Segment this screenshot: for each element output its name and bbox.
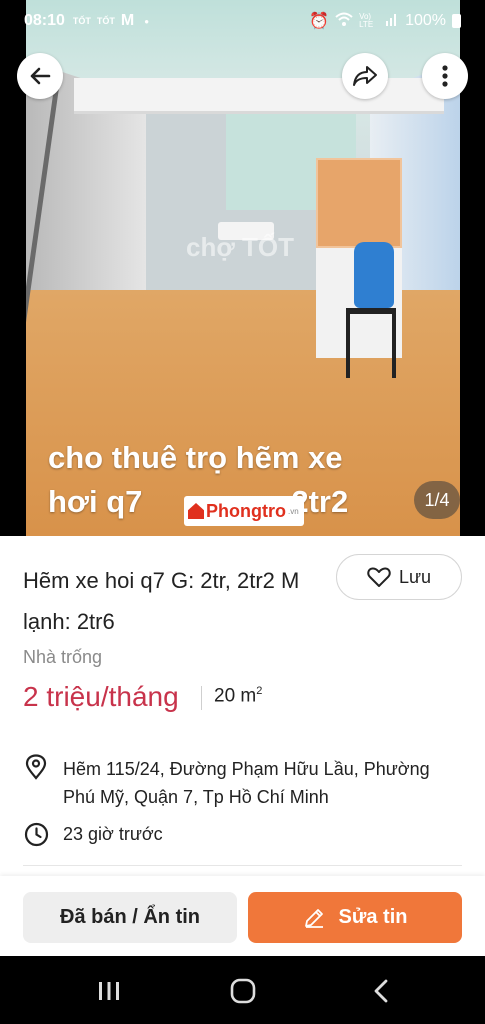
listing-address: Hẽm 115/24, Đường Phạm Hữu Lầu, Phường P… — [63, 759, 430, 807]
clock-icon — [24, 822, 49, 852]
recent-apps-icon — [99, 982, 119, 1000]
image-counter: 1/4 — [414, 481, 460, 519]
edit-label: Sửa tin — [338, 906, 408, 928]
divider — [23, 865, 462, 866]
more-vertical-icon — [442, 65, 448, 87]
pencil-icon — [304, 908, 323, 928]
save-label: Lưu — [398, 566, 432, 587]
heart-icon — [367, 567, 391, 587]
listing-price: 2 triệu/tháng — [23, 681, 179, 712]
photo-gallery[interactable]: chợ TỐT cho thuê trọ hẽm xe hơi q7- 2tr2… — [0, 0, 485, 536]
notification-app-icon: TỐT — [96, 16, 115, 26]
battery-percent: 100% — [405, 12, 446, 29]
dot-icon: ● — [144, 16, 150, 26]
more-options-button[interactable] — [422, 53, 468, 99]
edit-listing-button[interactable]: Sửa tin — [248, 892, 462, 943]
save-button[interactable]: Lưu — [336, 554, 462, 600]
gmail-icon: M — [120, 12, 135, 29]
recent-apps-button[interactable] — [94, 976, 124, 1006]
watermark-faint: chợ TỐT — [186, 232, 295, 262]
arrow-left-icon — [30, 67, 51, 85]
house-logo-icon — [188, 503, 204, 519]
listing-title: Hẽm xe hoi q7 G: 2tr, 2tr2 M lạnh: 2tr6 — [23, 568, 300, 634]
home-icon — [230, 978, 256, 1004]
mark-sold-hide-button[interactable]: Đã bán / Ẩn tin — [23, 892, 237, 943]
location-pin-icon — [24, 754, 48, 785]
phongtro-watermark: Phongtro .vn — [184, 496, 304, 526]
status-bar: 08:10 TỐT TỐT M ● ⏰ Vo) LTE 100% — [0, 0, 485, 42]
chevron-left-icon — [374, 979, 388, 1003]
divider — [201, 686, 202, 710]
share-icon — [353, 66, 377, 86]
back-button[interactable] — [17, 53, 63, 99]
posted-time: 23 giờ trước — [63, 824, 163, 844]
system-navigation-bar — [0, 956, 485, 1024]
alarm-icon: ⏰ — [309, 13, 330, 30]
room-photo[interactable]: chợ TỐT cho thuê trọ hẽm xe hơi q7- 2tr2… — [26, 0, 460, 536]
action-bar: Đã bán / Ẩn tin Sửa tin — [0, 876, 485, 956]
notification-app-icon: TỐT — [72, 16, 91, 26]
listing-category: Nhà trống — [23, 647, 103, 667]
signal-icon — [385, 12, 399, 31]
listing-area: 20 m2 — [214, 685, 263, 707]
status-time: 08:10 — [24, 12, 65, 29]
volte-label: Vo) LTE — [359, 12, 374, 29]
system-back-button[interactable] — [366, 976, 396, 1006]
battery-icon — [452, 14, 461, 28]
share-button[interactable] — [342, 53, 388, 99]
wifi-icon — [335, 12, 353, 31]
listing-detail-screen: chợ TỐT cho thuê trọ hẽm xe hơi q7- 2tr2… — [0, 0, 485, 1024]
home-button[interactable] — [228, 976, 258, 1006]
